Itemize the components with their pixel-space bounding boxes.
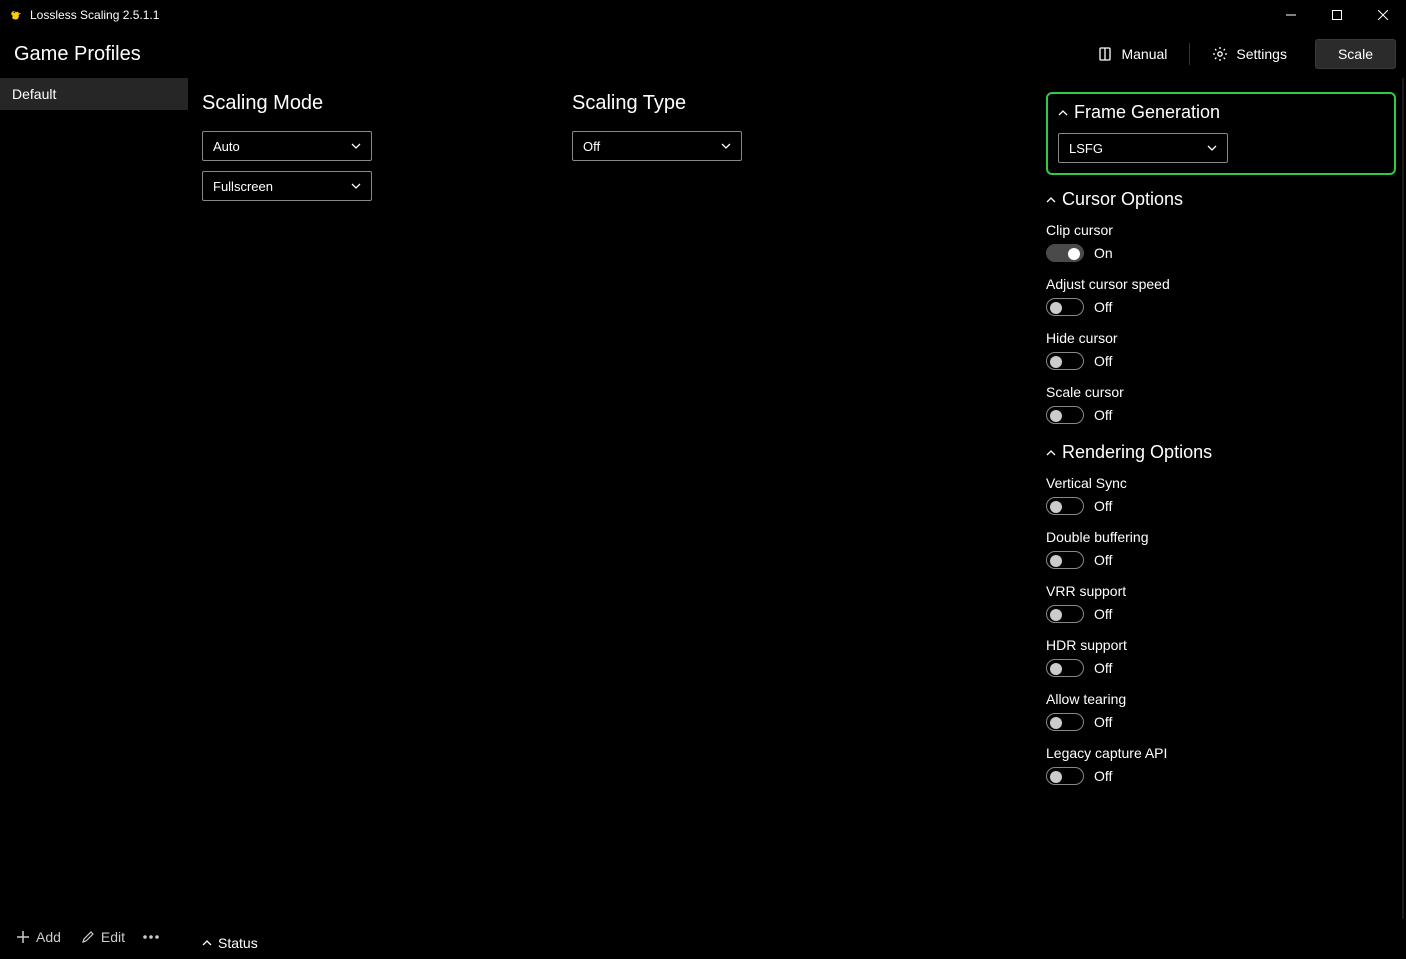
option-vertical-sync: Vertical Sync Off	[1046, 475, 1396, 515]
manual-label: Manual	[1121, 46, 1167, 62]
toggle-state: Off	[1094, 714, 1112, 730]
option-allow-tearing: Allow tearing Off	[1046, 691, 1396, 731]
content: Scaling Mode Auto Fullscreen Scaling Typ…	[188, 78, 1406, 959]
toggle-state: Off	[1094, 606, 1112, 622]
scale-button[interactable]: Scale	[1315, 39, 1396, 69]
option-label: Hide cursor	[1046, 330, 1396, 346]
toggle-allow-tearing[interactable]	[1046, 713, 1084, 731]
main: Default Add Edit Scaling Mode Auto	[0, 78, 1406, 959]
status-toggle[interactable]: Status	[202, 935, 258, 951]
toggle-state: Off	[1094, 498, 1112, 514]
scaling-mode-column: Scaling Mode Auto Fullscreen	[202, 92, 572, 959]
cursor-options-header[interactable]: Cursor Options	[1046, 189, 1396, 210]
toggle-state: Off	[1094, 552, 1112, 568]
chevron-down-icon	[1207, 145, 1217, 151]
maximize-button[interactable]	[1314, 0, 1360, 30]
toggle-adjust-cursor-speed[interactable]	[1046, 298, 1084, 316]
toggle-state: Off	[1094, 353, 1112, 369]
toggle-hide-cursor[interactable]	[1046, 352, 1084, 370]
option-label: Scale cursor	[1046, 384, 1396, 400]
toggle-state: On	[1094, 245, 1113, 261]
scaling-type-title: Scaling Type	[572, 92, 942, 115]
option-adjust-cursor-speed: Adjust cursor speed Off	[1046, 276, 1396, 316]
chevron-down-icon	[721, 143, 731, 149]
scaling-type-column: Scaling Type Off	[572, 92, 942, 959]
scaling-mode-title: Scaling Mode	[202, 92, 572, 115]
option-scale-cursor: Scale cursor Off	[1046, 384, 1396, 424]
settings-button[interactable]: Settings	[1198, 40, 1301, 68]
option-label: Vertical Sync	[1046, 475, 1396, 491]
option-label: Legacy capture API	[1046, 745, 1396, 761]
toggle-clip-cursor[interactable]	[1046, 244, 1084, 262]
toggle-legacy-capture-api[interactable]	[1046, 767, 1084, 785]
settings-label: Settings	[1236, 46, 1287, 62]
toggle-state: Off	[1094, 299, 1112, 315]
options-column: Frame Generation LSFG Cursor Options Cli…	[1046, 92, 1396, 959]
sidebar: Default Add Edit	[0, 78, 188, 959]
header-divider	[1189, 43, 1190, 65]
toggle-hdr-support[interactable]	[1046, 659, 1084, 677]
option-vrr-support: VRR support Off	[1046, 583, 1396, 623]
scaling-mode-combo[interactable]: Auto	[202, 131, 372, 161]
toggle-state: Off	[1094, 768, 1112, 784]
chevron-up-icon	[1046, 450, 1056, 456]
profile-item-default[interactable]: Default	[0, 78, 188, 110]
title-bar: Lossless Scaling 2.5.1.1	[0, 0, 1406, 30]
book-icon	[1097, 46, 1113, 62]
option-clip-cursor: Clip cursor On	[1046, 222, 1396, 262]
option-legacy-capture-api: Legacy capture API Off	[1046, 745, 1396, 785]
gear-icon	[1212, 46, 1228, 62]
scaling-mode-window-combo[interactable]: Fullscreen	[202, 171, 372, 201]
option-label: Clip cursor	[1046, 222, 1396, 238]
toggle-double-buffering[interactable]	[1046, 551, 1084, 569]
minimize-button[interactable]	[1268, 0, 1314, 30]
cursor-options-section: Cursor Options Clip cursor On Adjust curso…	[1046, 189, 1396, 424]
frame-generation-section: Frame Generation LSFG	[1046, 92, 1396, 175]
toggle-state: Off	[1094, 660, 1112, 676]
toggle-scale-cursor[interactable]	[1046, 406, 1084, 424]
scaling-type-combo[interactable]: Off	[572, 131, 742, 161]
option-double-buffering: Double buffering Off	[1046, 529, 1396, 569]
edit-profile-button[interactable]: Edit	[73, 925, 133, 949]
profile-list: Default	[0, 78, 188, 915]
option-label: Double buffering	[1046, 529, 1396, 545]
toggle-vertical-sync[interactable]	[1046, 497, 1084, 515]
header: Game Profiles Manual Settings Scale	[0, 30, 1406, 78]
option-label: HDR support	[1046, 637, 1396, 653]
ellipsis-icon	[143, 935, 159, 939]
sidebar-footer: Add Edit	[0, 915, 188, 959]
toggle-vrr-support[interactable]	[1046, 605, 1084, 623]
frame-generation-header[interactable]: Frame Generation	[1058, 102, 1384, 123]
chevron-down-icon	[351, 183, 361, 189]
chevron-up-icon	[1058, 110, 1068, 116]
chevron-up-icon	[1046, 197, 1056, 203]
plus-icon	[16, 930, 30, 944]
option-label: Allow tearing	[1046, 691, 1396, 707]
app-icon	[8, 7, 24, 23]
option-hide-cursor: Hide cursor Off	[1046, 330, 1396, 370]
page-title: Game Profiles	[14, 43, 141, 66]
manual-button[interactable]: Manual	[1083, 40, 1181, 68]
close-button[interactable]	[1360, 0, 1406, 30]
pencil-icon	[81, 930, 95, 944]
option-label: VRR support	[1046, 583, 1396, 599]
option-hdr-support: HDR support Off	[1046, 637, 1396, 677]
chevron-up-icon	[202, 940, 212, 946]
more-profile-button[interactable]	[137, 931, 165, 943]
rendering-options-header[interactable]: Rendering Options	[1046, 442, 1396, 463]
window-title: Lossless Scaling 2.5.1.1	[30, 8, 159, 22]
toggle-state: Off	[1094, 407, 1112, 423]
rendering-options-section: Rendering Options Vertical SyncOffDouble…	[1046, 442, 1396, 785]
add-profile-button[interactable]: Add	[8, 925, 69, 949]
frame-generation-combo[interactable]: LSFG	[1058, 133, 1228, 163]
option-label: Adjust cursor speed	[1046, 276, 1396, 292]
scrollbar[interactable]	[1402, 78, 1404, 919]
chevron-down-icon	[351, 143, 361, 149]
